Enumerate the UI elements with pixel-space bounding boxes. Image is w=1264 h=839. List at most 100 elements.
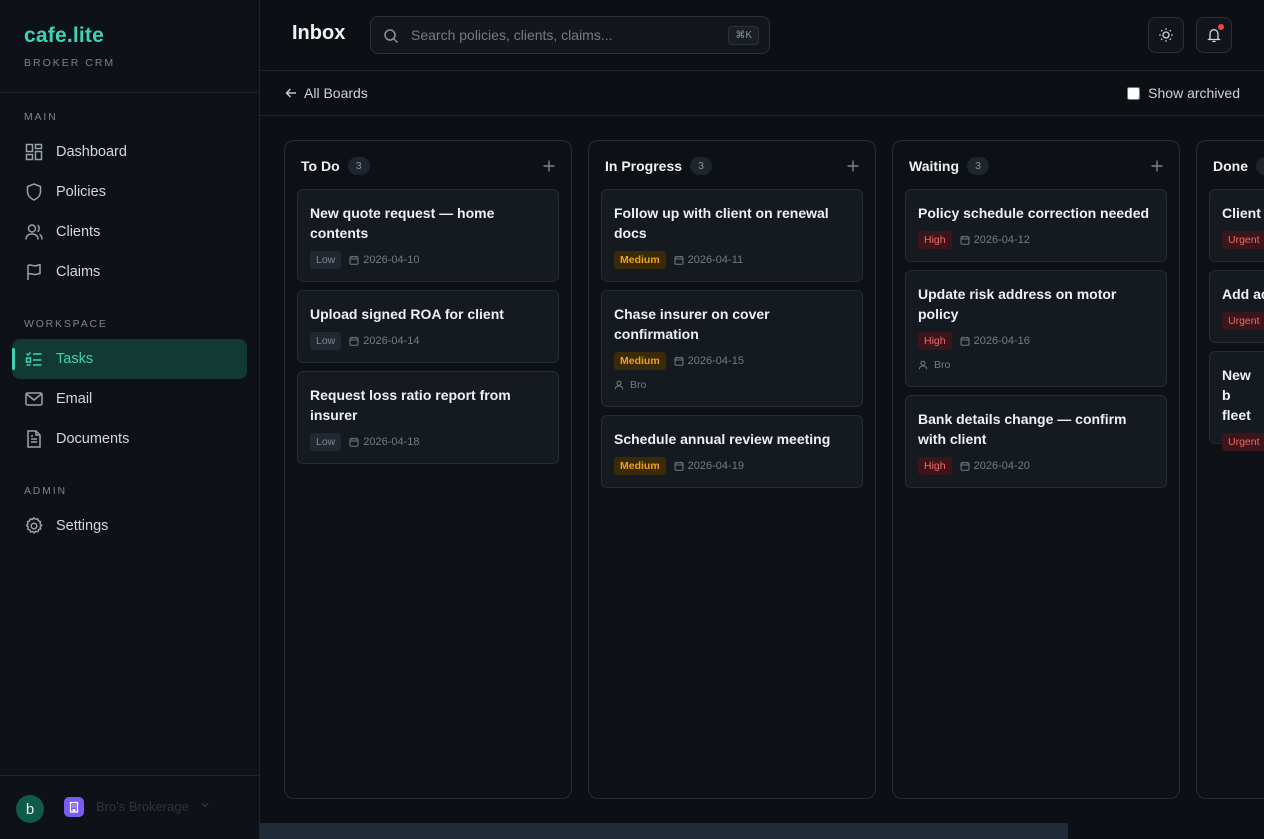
sidebar-item-label: Documents [56,431,130,447]
due-date: 2026-04-20 [960,460,1030,472]
task-card[interactable]: Add ac Urgent [1209,270,1264,343]
building-icon [64,797,84,817]
due-date-text: 2026-04-12 [973,234,1030,246]
horizontal-scrollbar[interactable] [260,823,1068,839]
task-meta: Low 2026-04-10 [310,251,546,269]
calendar-icon [960,235,970,245]
column-title: To Do [301,158,340,174]
plus-icon[interactable] [845,158,861,174]
due-date: 2026-04-15 [674,355,744,367]
sidebar-item-clients[interactable]: Clients [12,212,247,252]
users-icon [25,224,43,240]
column-title: In Progress [605,158,683,174]
notifications-button[interactable] [1196,17,1232,53]
show-archived-checkbox[interactable] [1127,86,1141,100]
due-date: 2026-04-18 [349,436,420,448]
task-card[interactable]: Update risk address on motor policy High… [905,270,1167,387]
sidebar-item-label: Dashboard [56,144,127,160]
avatar[interactable]: b [16,795,44,823]
task-meta: High 2026-04-12 [918,231,1154,249]
mail-icon [25,392,43,406]
back-to-boards-link[interactable]: All Boards [284,85,368,101]
document-icon [27,430,41,448]
calendar-icon [349,336,359,346]
sidebar-item-dashboard[interactable]: Dashboard [12,132,247,172]
priority-badge: Urgent [1222,312,1264,330]
task-title: Request loss ratio report from insurer [310,387,511,423]
sidebar-item-documents[interactable]: Documents [12,419,247,459]
brand-logo-text[interactable]: cafe.lite [24,24,115,48]
task-card[interactable]: New b fleet Urgent [1209,351,1264,451]
sidebar-item-email[interactable]: Email [12,379,247,419]
assignee: Bro [614,379,850,391]
theme-toggle-button[interactable] [1148,17,1184,53]
column-to-do: To Do 3 New quote request — home content… [284,140,572,799]
task-card[interactable]: New quote request — home contents Low 20… [297,189,559,282]
due-date: 2026-04-10 [349,254,420,266]
column-count-badge [1256,157,1264,175]
task-meta: Medium 2026-04-19 [614,457,850,475]
task-card[interactable]: Request loss ratio report from insurer L… [297,371,559,464]
chevron-down-icon[interactable] [199,799,211,811]
calendar-icon [960,461,970,471]
priority-badge: Medium [614,251,666,269]
plus-icon[interactable] [1149,158,1165,174]
due-date-text: 2026-04-14 [363,335,420,347]
board-toolbar: All Boards Show archived [260,71,1264,116]
task-title: Bank details change — confirm with clien… [918,411,1127,447]
user-icon [918,360,928,370]
priority-badge: Low [310,433,342,451]
section-label-main: MAIN [24,111,58,123]
plus-icon[interactable] [541,158,557,174]
column-done: Done Client Urgent Add ac Urgent New b f… [1196,140,1264,799]
org-switcher[interactable]: Bro's Brokerage [96,799,189,814]
task-meta: Low 2026-04-14 [310,332,546,350]
sidebar-item-label: Tasks [56,351,94,367]
sidebar-item-label: Settings [56,518,109,534]
task-title: Update risk address on motor policy [918,286,1117,322]
assignee: Bro [918,359,1154,371]
task-meta: High 2026-04-16 [918,332,1154,350]
column-count-badge: 3 [347,157,370,175]
task-title: Chase insurer on cover confirmation [614,306,770,342]
due-date-text: 2026-04-19 [687,460,744,472]
priority-badge: High [918,231,952,249]
due-date: 2026-04-14 [349,335,420,347]
task-card[interactable]: Upload signed ROA for client Low 2026-04… [297,290,559,363]
flag-icon [27,263,41,280]
column-header: Done [1213,157,1264,175]
brand: cafe.lite BROKER CRM [24,24,115,69]
back-link-label: All Boards [304,85,368,101]
calendar-icon [960,336,970,346]
task-card[interactable]: Schedule annual review meeting Medium 20… [601,415,863,488]
priority-badge: Medium [614,457,666,475]
task-card[interactable]: Client Urgent [1209,189,1264,262]
column-header: Waiting 3 [909,157,1165,175]
task-card[interactable]: Bank details change — confirm with clien… [905,395,1167,488]
sidebar-item-claims[interactable]: Claims [12,252,247,292]
sidebar-item-label: Claims [56,264,101,280]
task-meta: Urgent [1222,312,1264,330]
due-date: 2026-04-12 [960,234,1030,246]
task-meta: Low 2026-04-18 [310,433,546,451]
column-count-badge: 3 [967,157,990,175]
calendar-icon [674,461,684,471]
sidebar-item-label: Clients [56,224,101,240]
calendar-icon [674,255,684,265]
priority-badge: Medium [614,352,666,370]
task-card[interactable]: Follow up with client on renewal docs Me… [601,189,863,282]
sidebar-item-settings[interactable]: Settings [12,506,247,546]
search-box[interactable]: ⌘K [370,16,770,54]
task-card[interactable]: Chase insurer on cover confirmation Medi… [601,290,863,407]
search-input[interactable] [411,25,721,45]
task-card[interactable]: Policy schedule correction needed High 2… [905,189,1167,262]
calendar-icon [674,356,684,366]
column-header: To Do 3 [301,157,557,175]
due-date: 2026-04-11 [674,254,743,266]
sidebar-item-policies[interactable]: Policies [12,172,247,212]
priority-badge: Low [310,332,342,350]
show-archived-toggle[interactable]: Show archived [1127,85,1240,101]
priority-badge: Urgent [1222,231,1264,249]
task-title: Upload signed ROA for client [310,306,504,322]
sidebar-item-tasks[interactable]: Tasks [12,339,247,379]
